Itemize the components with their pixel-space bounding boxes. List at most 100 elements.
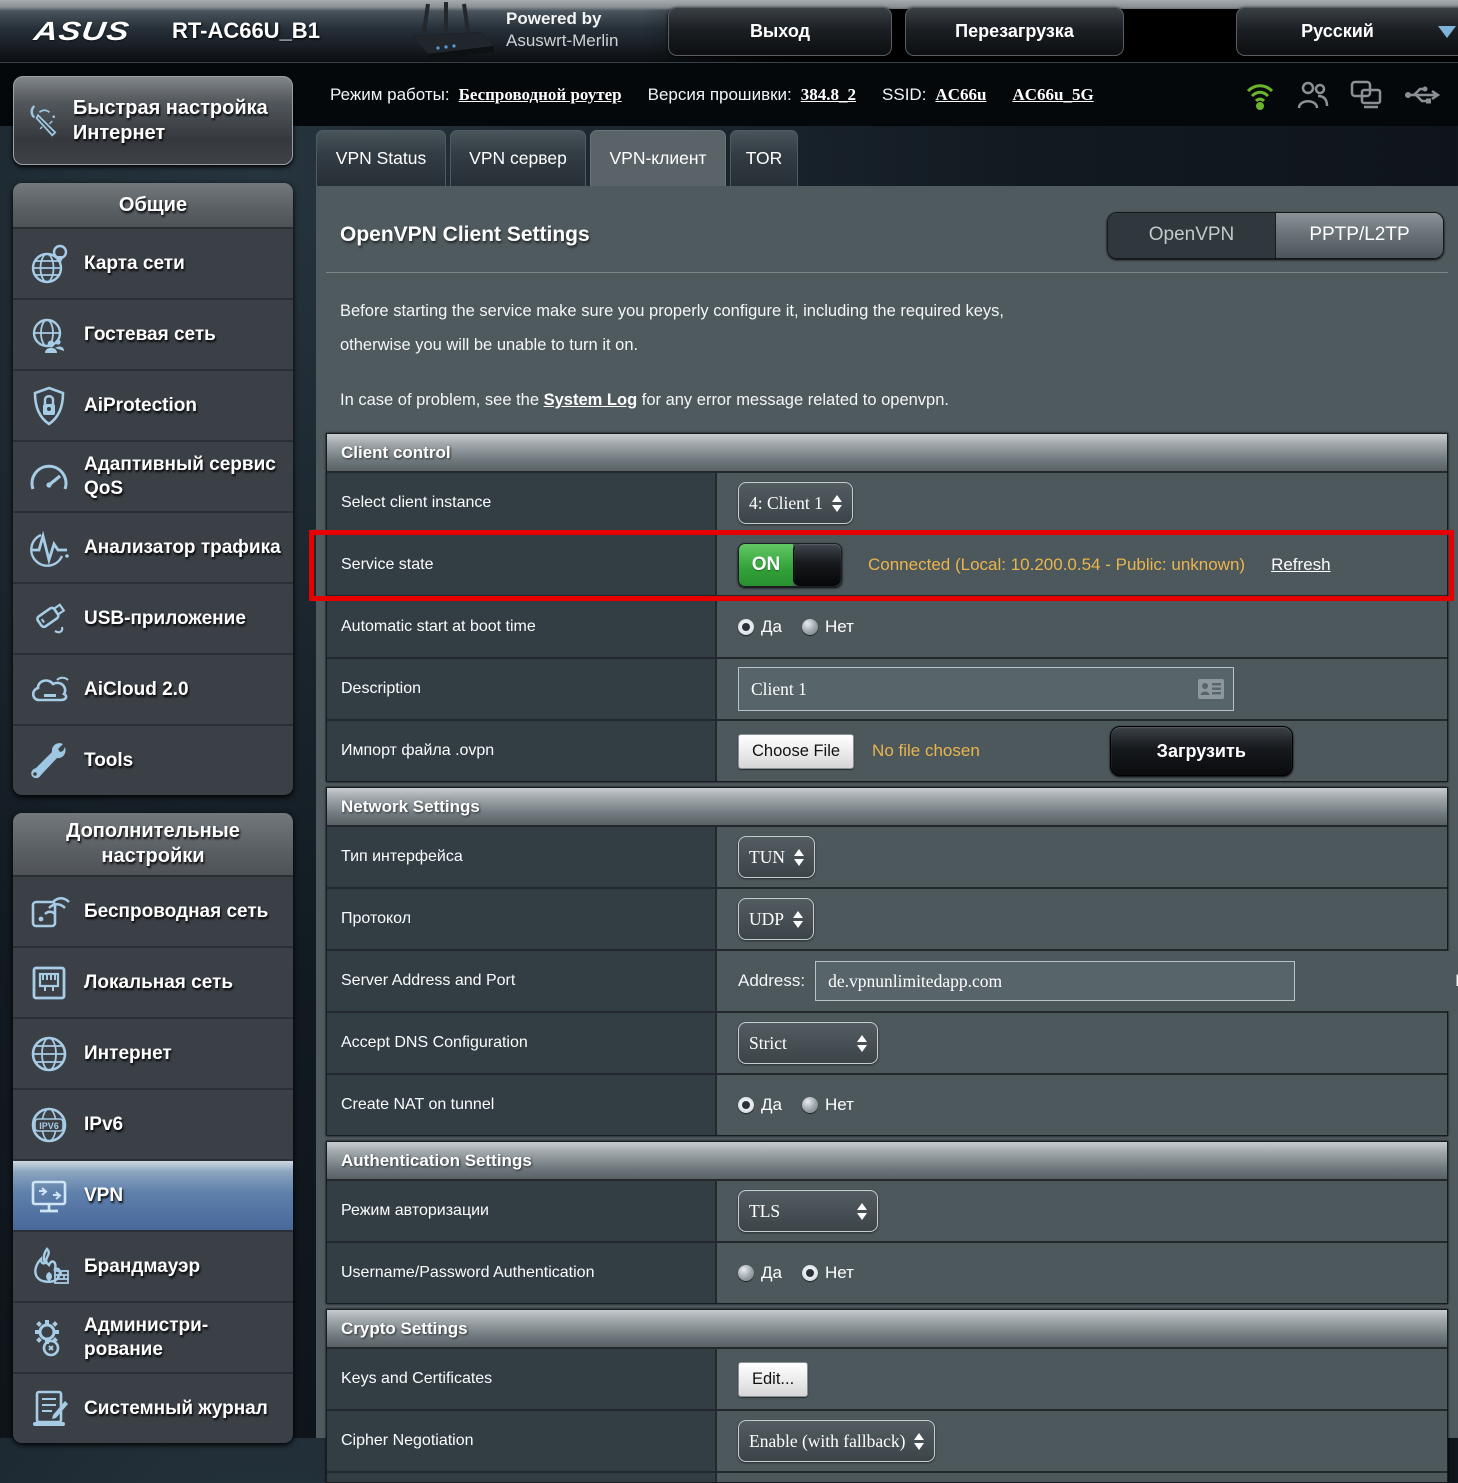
auth-mode-select[interactable]: TLS [738,1190,878,1232]
nat-yes-option[interactable]: Да [738,1095,782,1115]
server-address-input[interactable] [815,961,1295,1001]
usb-app-icon [27,597,71,641]
usb-icon[interactable] [1404,83,1440,107]
sidebar-item-label: Системный журнал [84,1397,268,1421]
nat-no-option[interactable]: Нет [802,1095,854,1115]
upload-button[interactable]: Загрузить [1110,726,1293,776]
sidebar-item-label: IPv6 [84,1113,123,1137]
sidebar-item-vpn[interactable]: VPN [13,1159,293,1230]
autostart-radio-group: Да Нет [738,617,854,637]
edit-keys-button[interactable]: Edit... [738,1362,808,1397]
language-dropdown[interactable]: Русский [1236,7,1458,56]
clients-icon[interactable] [1350,80,1384,110]
keys-certificates-row: Keys and Certificates Edit... [327,1349,1447,1411]
wrench-icon [27,739,71,783]
cipher-negotiation-select[interactable]: Enable (with fallback) [738,1420,935,1462]
row-label: Automatic start at boot time [327,597,717,657]
sidebar-item-network-map[interactable]: Карта сети [13,227,293,298]
contact-card-icon[interactable] [1197,678,1225,700]
asus-logo: ASUS [32,16,132,46]
autostart-no-option[interactable]: Нет [802,617,854,637]
autostart-yes-option[interactable]: Да [738,617,782,637]
radio-selected-icon[interactable] [738,619,754,635]
pptp-l2tp-button[interactable]: PPTP/L2TP [1276,213,1443,258]
tab-vpn-status[interactable]: VPN Status [316,130,446,186]
traffic-analyzer-icon [27,526,71,570]
vpn-type-switcher: OpenVPN PPTP/L2TP [1107,212,1444,259]
row-label: Username/Password Authentication [327,1243,717,1303]
svg-text:IPV6: IPV6 [39,1121,59,1131]
mode-label: Режим работы: [330,85,450,105]
auth-mode-row: Режим авторизации TLS [327,1181,1447,1243]
sidebar-item-lan[interactable]: Локальная сеть [13,946,293,1017]
row-label: Режим авторизации [327,1181,717,1241]
network-settings-table: Network Settings Тип интерфейса TUN Прот… [326,787,1448,1136]
sidebar-item-wireless[interactable]: Беспроводная сеть [13,875,293,946]
parental-control-icon[interactable] [1296,80,1330,110]
sidebar-item-traffic-analyzer[interactable]: Анализатор трафика [13,511,293,582]
radio-selected-icon[interactable] [738,1097,754,1113]
sidebar-item-tools[interactable]: Tools [13,724,293,795]
choose-file-button[interactable]: Choose File [738,734,854,769]
sidebar: Быстрая настройка Интернет Общие Карта с… [13,76,293,1443]
client-instance-value: 4: Client 1 [749,493,823,514]
section-header: Network Settings [327,788,1447,827]
nat-radio-group: Да Нет [738,1095,854,1115]
row-label: Keys and Certificates [327,1349,717,1409]
sidebar-section-general: Общие Карта сети [13,183,293,795]
sidebar-item-system-log[interactable]: Системный журнал [13,1372,293,1443]
accept-dns-select[interactable]: Strict [738,1022,878,1064]
refresh-link[interactable]: Refresh [1271,555,1331,575]
radio-icon[interactable] [802,619,818,635]
sidebar-section-title: Общие [13,183,293,227]
service-state-toggle[interactable]: ON [738,543,842,587]
section-header: Client control [327,434,1447,473]
sidebar-item-label: AiProtection [84,394,197,418]
top-banner: ASUS RT-AC66U_B1 Powered by Asuswrt-Merl… [0,0,1458,62]
sidebar-item-firewall[interactable]: Брандмауэр [13,1230,293,1301]
logout-button[interactable]: Выход [668,7,892,56]
tab-vpn-client[interactable]: VPN-клиент [590,130,726,186]
sidebar-item-administration[interactable]: Администри-рование [13,1301,293,1372]
sidebar-item-label: Tools [84,749,133,773]
system-log-link[interactable]: System Log [544,391,638,409]
sidebar-item-guest-network[interactable]: Гостевая сеть [13,298,293,369]
mode-link[interactable]: Беспроводной роутер [459,85,622,105]
row-label: Server Address and Port [327,951,717,1011]
sidebar-item-aiprotection[interactable]: AiProtection [13,369,293,440]
wifi-icon[interactable] [1244,79,1276,111]
radio-selected-icon[interactable] [802,1265,818,1281]
reboot-button[interactable]: Перезагрузка [905,7,1124,56]
cipher-negotiation-row: Cipher Negotiation Enable (with fallback… [327,1411,1447,1473]
ssid-5g-link[interactable]: AC66u_5G [1012,85,1093,105]
firmware-label: Версия прошивки: [648,85,792,105]
userpass-auth-row: Username/Password Authentication Да Нет [327,1243,1447,1303]
description-row: Description [327,659,1447,721]
radio-icon[interactable] [802,1097,818,1113]
client-instance-select[interactable]: 4: Client 1 [738,482,853,524]
ssid-label: SSID: [882,85,926,105]
sidebar-item-ipv6[interactable]: IPV6 IPv6 [13,1088,293,1159]
sidebar-item-usb-app[interactable]: USB-приложение [13,582,293,653]
protocol-select[interactable]: UDP [738,898,814,940]
quick-setup-button[interactable]: Быстрая настройка Интернет [13,76,293,165]
row-label: Accept DNS Configuration [327,1013,717,1073]
description-input[interactable] [738,667,1234,711]
client-control-table: Client control Select client instance 4:… [326,433,1448,782]
ssid-24-link[interactable]: AC66u [935,85,986,105]
userpass-yes-option[interactable]: Да [738,1263,782,1283]
interface-type-select[interactable]: TUN [738,836,815,878]
server-address-row: Server Address and Port Address: Port: [327,951,1447,1013]
tab-vpn-server[interactable]: VPN сервер [450,130,586,186]
userpass-no-option[interactable]: Нет [802,1263,854,1283]
openvpn-button[interactable]: OpenVPN [1108,213,1276,258]
sidebar-item-qos[interactable]: Адаптивный сервис QoS [13,440,293,511]
tab-tor[interactable]: TOR [730,130,798,186]
sidebar-item-label: AiCloud 2.0 [84,678,189,702]
firmware-link[interactable]: 384.8_2 [801,85,856,105]
vpn-monitor-icon [27,1174,71,1218]
interface-type-row: Тип интерфейса TUN [327,827,1447,889]
sidebar-item-aicloud[interactable]: AiCloud 2.0 [13,653,293,724]
sidebar-item-internet[interactable]: Интернет [13,1017,293,1088]
radio-icon[interactable] [738,1265,754,1281]
